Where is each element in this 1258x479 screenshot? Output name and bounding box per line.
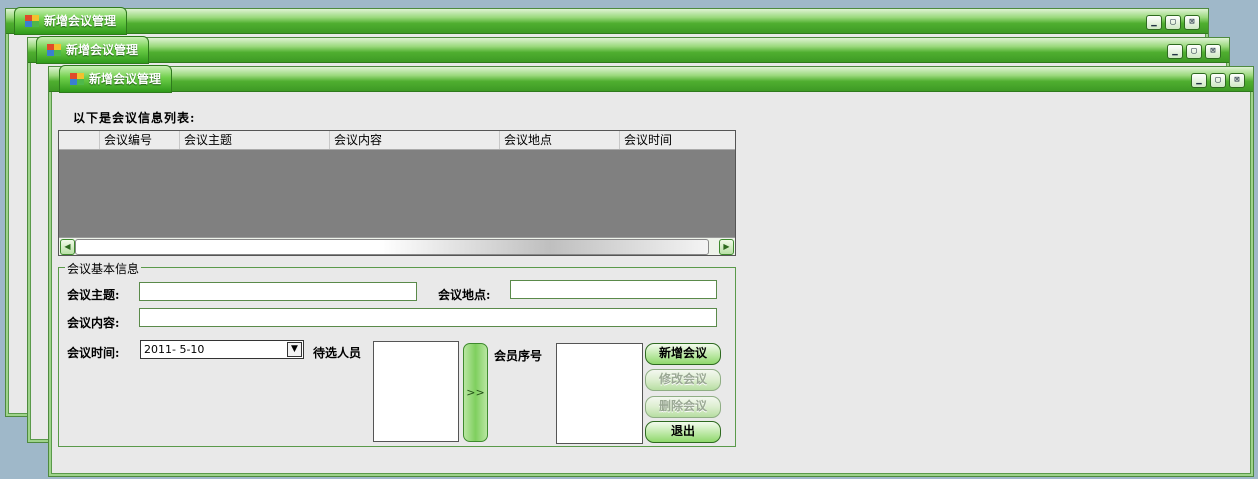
app-icon (47, 44, 61, 56)
window-title-tab[interactable]: 新增会议管理 (36, 36, 150, 64)
content-input[interactable] (139, 308, 717, 327)
group-title: 会议基本信息 (65, 260, 142, 277)
column-header[interactable]: 会议内容 (329, 131, 500, 149)
content-label: 会议内容: (67, 316, 120, 330)
scroll-left-icon[interactable]: ◀ (60, 239, 75, 255)
list-heading: 以下是会议信息列表: (73, 111, 196, 125)
close-button[interactable]: ⊠ (1184, 15, 1200, 30)
title-bar[interactable] (6, 9, 1208, 34)
main-form: 以下是会议信息列表: 会议编号 会议主题 会议内容 会议地点 会议时间 ◀ ▶ … (49, 67, 1253, 476)
row-header-column (59, 131, 99, 149)
maximize-button[interactable]: ▢ (1186, 44, 1202, 59)
window-front: 新增会议管理 ▁ ▢ ⊠ 以下是会议信息列表: 会议编号 会议主题 会议内容 会… (48, 65, 1254, 477)
edit-meeting-button[interactable]: 修改会议 (645, 369, 721, 391)
location-label: 会议地点: (438, 288, 491, 302)
add-meeting-button[interactable]: 新增会议 (645, 343, 721, 365)
members-label: 会员序号 (494, 349, 543, 363)
meeting-date-picker[interactable]: 2011- 5-10 ▼ (140, 340, 304, 359)
column-header[interactable]: 会议主题 (179, 131, 330, 149)
candidates-label: 待选人员 (313, 346, 362, 360)
window-title: 新增会议管理 (66, 43, 139, 57)
location-input[interactable] (510, 280, 717, 299)
members-list[interactable] (556, 343, 643, 444)
window-title-tab[interactable]: 新增会议管理 (14, 7, 128, 35)
maximize-button[interactable]: ▢ (1165, 15, 1181, 30)
date-value: 2011- 5-10 (144, 343, 205, 356)
meeting-info-group: 会议基本信息 会议主题: 会议地点: 会议内容: 会议时间: 2011- 5-1… (58, 260, 736, 447)
time-label: 会议时间: (67, 346, 120, 360)
window-title: 新增会议管理 (44, 14, 117, 28)
column-header[interactable]: 会议编号 (99, 131, 180, 149)
delete-meeting-button[interactable]: 删除会议 (645, 396, 721, 418)
grid-header: 会议编号 会议主题 会议内容 会议地点 会议时间 (59, 131, 735, 150)
title-bar[interactable] (28, 38, 1229, 63)
app-icon (25, 15, 39, 27)
topic-input[interactable] (139, 282, 417, 301)
exit-button[interactable]: 退出 (645, 421, 721, 443)
meeting-grid[interactable]: 会议编号 会议主题 会议内容 会议地点 会议时间 ◀ ▶ (58, 130, 736, 256)
close-button[interactable]: ⊠ (1205, 44, 1221, 59)
minimize-button[interactable]: ▁ (1146, 15, 1162, 30)
dropdown-arrow-icon[interactable]: ▼ (287, 342, 302, 357)
scroll-thumb[interactable] (75, 239, 709, 255)
column-header[interactable]: 会议地点 (499, 131, 620, 149)
minimize-button[interactable]: ▁ (1167, 44, 1183, 59)
horizontal-scrollbar[interactable]: ◀ ▶ (59, 237, 735, 255)
topic-label: 会议主题: (67, 288, 120, 302)
column-header[interactable]: 会议时间 (619, 131, 736, 149)
scroll-right-icon[interactable]: ▶ (719, 239, 734, 255)
candidates-list[interactable] (373, 341, 459, 442)
move-right-button[interactable]: >> (463, 343, 488, 442)
